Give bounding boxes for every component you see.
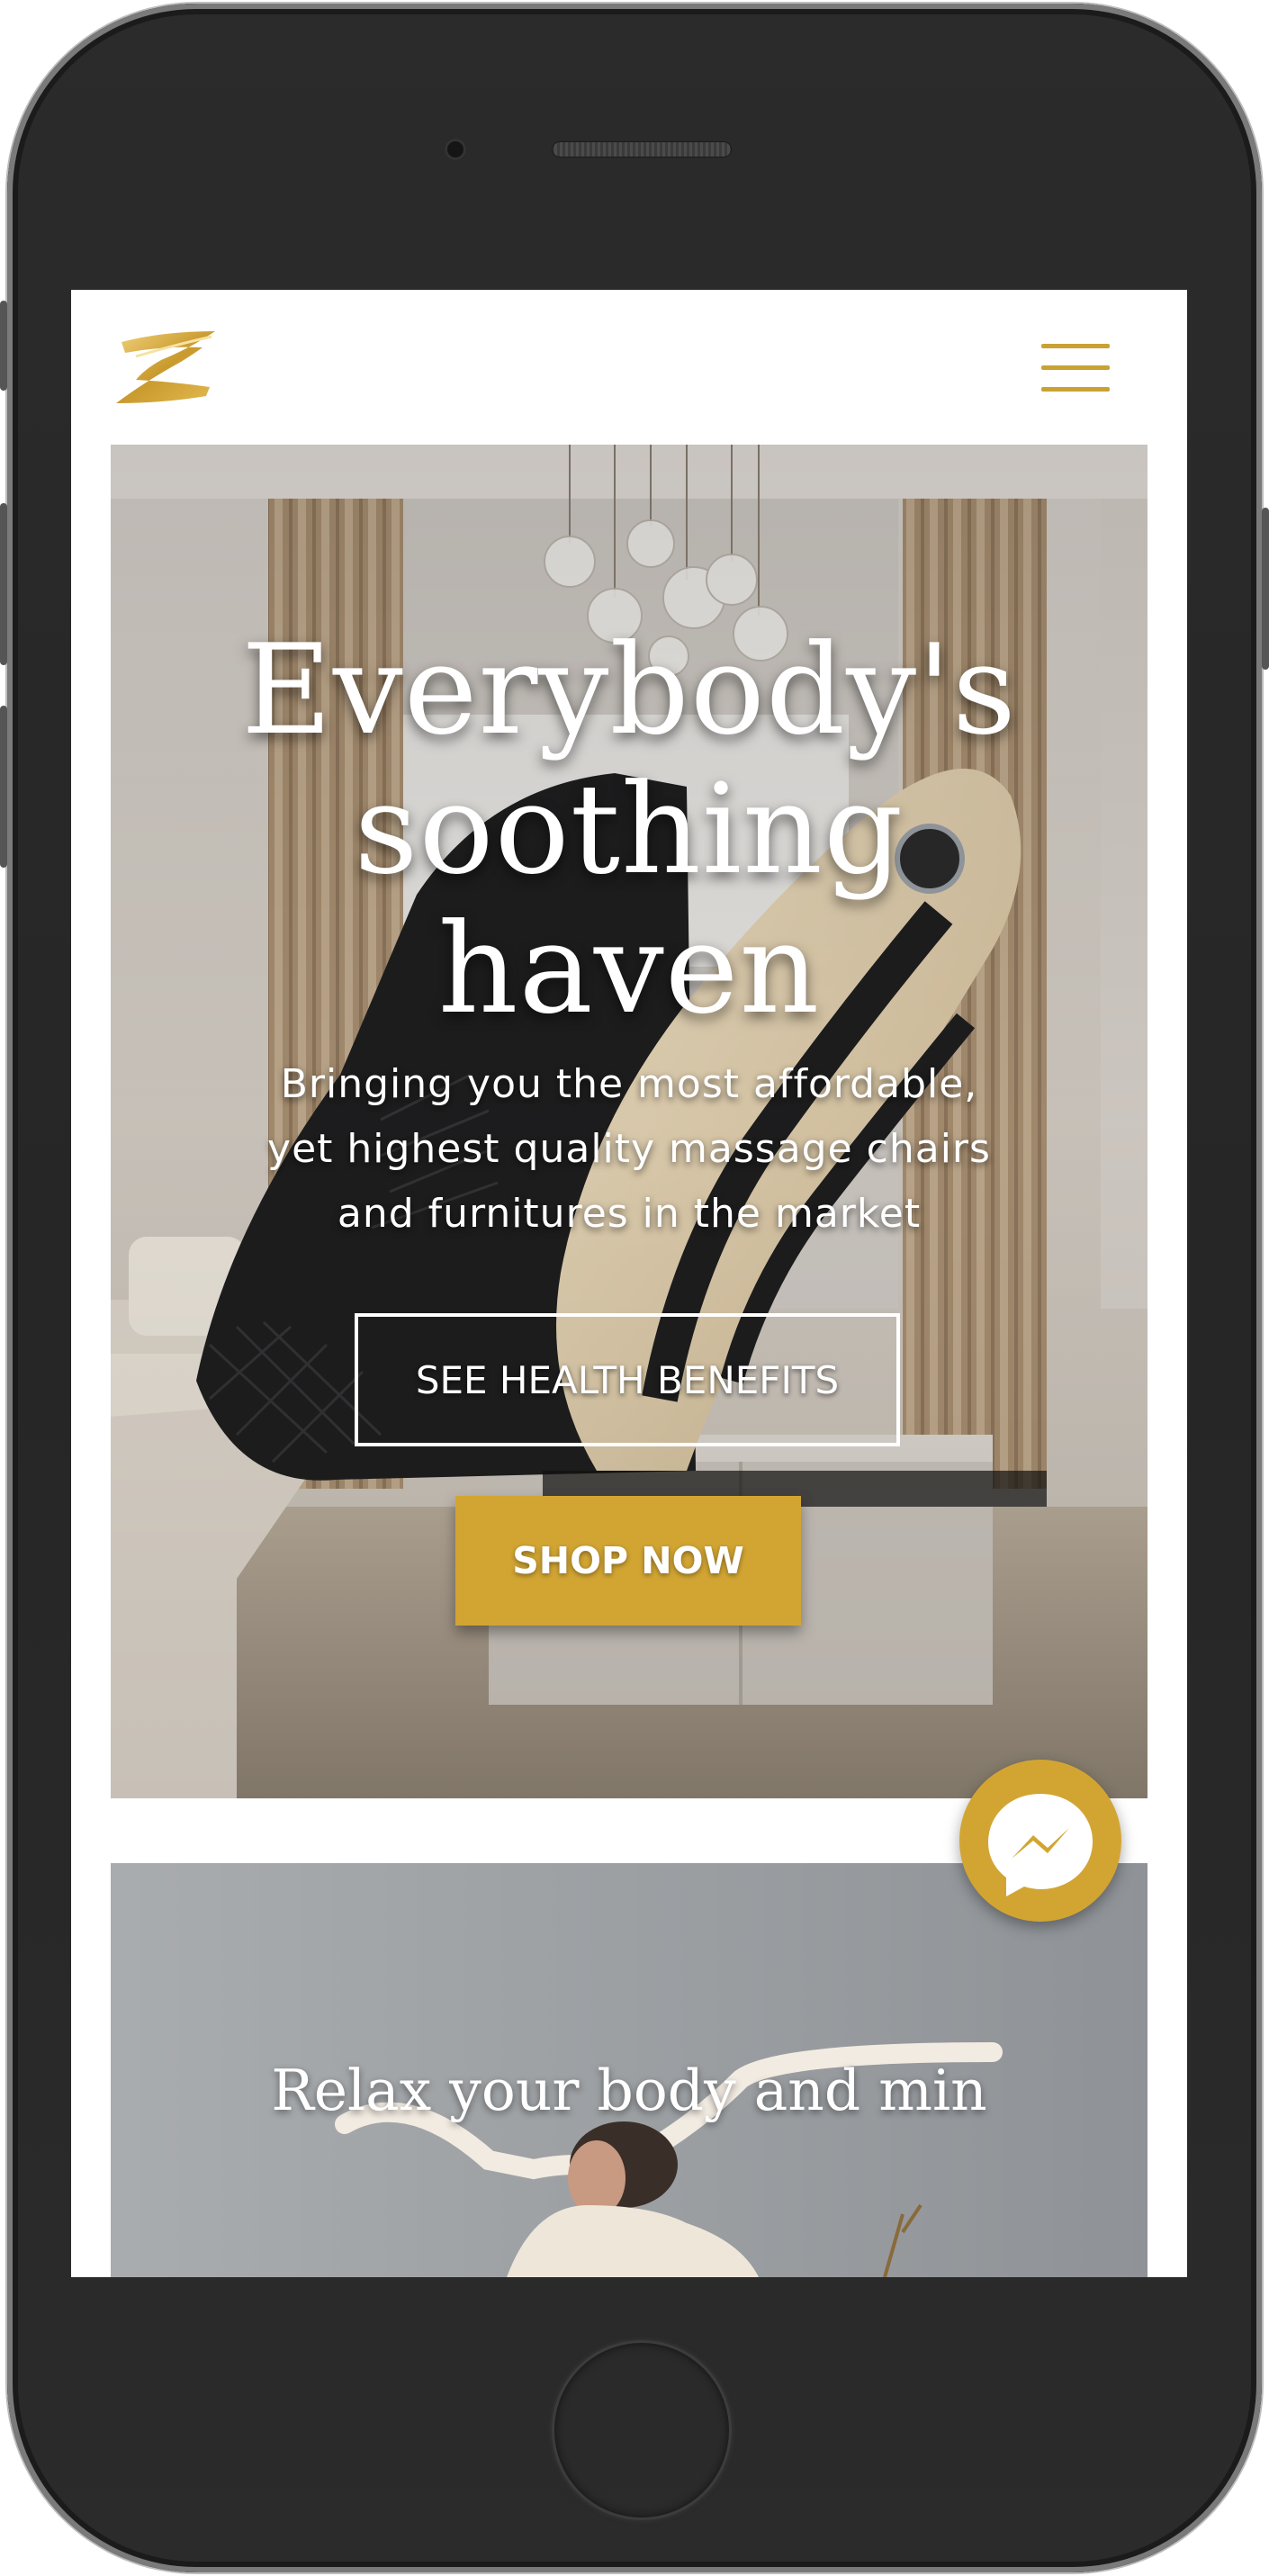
earpiece-speaker: [552, 141, 732, 158]
z-logo-icon[interactable]: [109, 324, 220, 410]
see-health-benefits-button[interactable]: SEE HEALTH BENEFITS: [355, 1313, 900, 1446]
hero-subtitle-line: yet highest quality massage chairs: [267, 1126, 991, 1172]
relax-section-title: Relax your body and min: [271, 2058, 987, 2123]
hero-subtitle-line: and furnitures in the market: [337, 1191, 922, 1237]
messenger-icon[interactable]: [959, 1760, 1121, 1922]
site-header: [71, 290, 1187, 445]
shop-now-button[interactable]: SHOP NOW: [455, 1496, 801, 1626]
hero-subtitle: Bringing you the most affordable, yet hi…: [219, 1052, 1040, 1247]
mute-switch: [0, 301, 7, 391]
hero-title-line: haven: [437, 896, 821, 1041]
hero-title-line: Everybody's: [241, 617, 1017, 762]
hamburger-menu-icon[interactable]: [1041, 340, 1110, 394]
home-button[interactable]: [552, 2340, 732, 2520]
phone-screen: Everybody's soothing haven Bringing you …: [71, 290, 1187, 2277]
volume-up-button: [0, 503, 7, 665]
hero-title-line: soothing: [354, 757, 904, 902]
hero-title: Everybody's soothing haven: [111, 620, 1148, 1039]
hero-subtitle-line: Bringing you the most affordable,: [280, 1061, 978, 1107]
hero-banner: Everybody's soothing haven Bringing you …: [111, 445, 1148, 1798]
relax-section: Relax your body and min: [111, 1863, 1148, 2277]
front-camera: [445, 139, 466, 160]
power-button: [1262, 508, 1269, 670]
volume-down-button: [0, 706, 7, 868]
